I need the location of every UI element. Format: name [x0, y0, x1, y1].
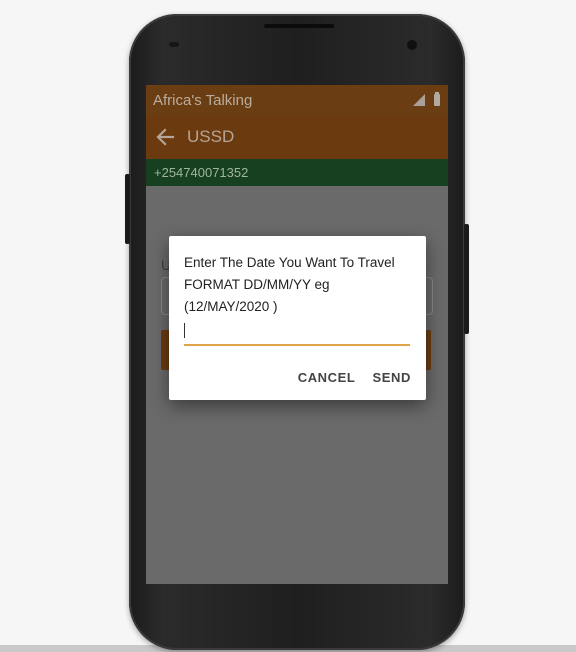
app-toolbar: USSD: [146, 115, 448, 159]
toolbar-title: USSD: [187, 127, 235, 146]
dialog-message: Enter The Date You Want To Travel FORMAT…: [184, 255, 395, 314]
phone-number-bar: +254740071352: [146, 159, 448, 186]
cancel-button[interactable]: CANCEL: [298, 370, 356, 385]
ussd-dialog: Enter The Date You Want To Travel FORMAT…: [169, 236, 426, 400]
front-camera: [407, 40, 417, 50]
status-bar: Africa's Talking: [146, 85, 448, 115]
dialog-actions: CANCEL SEND: [298, 370, 411, 385]
dialog-response-input[interactable]: [184, 322, 410, 346]
send-button[interactable]: SEND: [372, 370, 411, 385]
signal-icon: [413, 94, 425, 106]
carrier-name: Africa's Talking: [153, 91, 253, 109]
volume-button: [125, 174, 130, 244]
phone-number: +254740071352: [154, 165, 249, 180]
earpiece-speaker: [264, 24, 334, 28]
battery-icon: [434, 92, 440, 106]
proximity-sensor: [169, 42, 179, 47]
power-button: [464, 224, 469, 334]
arrow-left-icon[interactable]: [155, 126, 177, 148]
status-icons: [413, 92, 440, 106]
text-cursor: [184, 323, 185, 338]
